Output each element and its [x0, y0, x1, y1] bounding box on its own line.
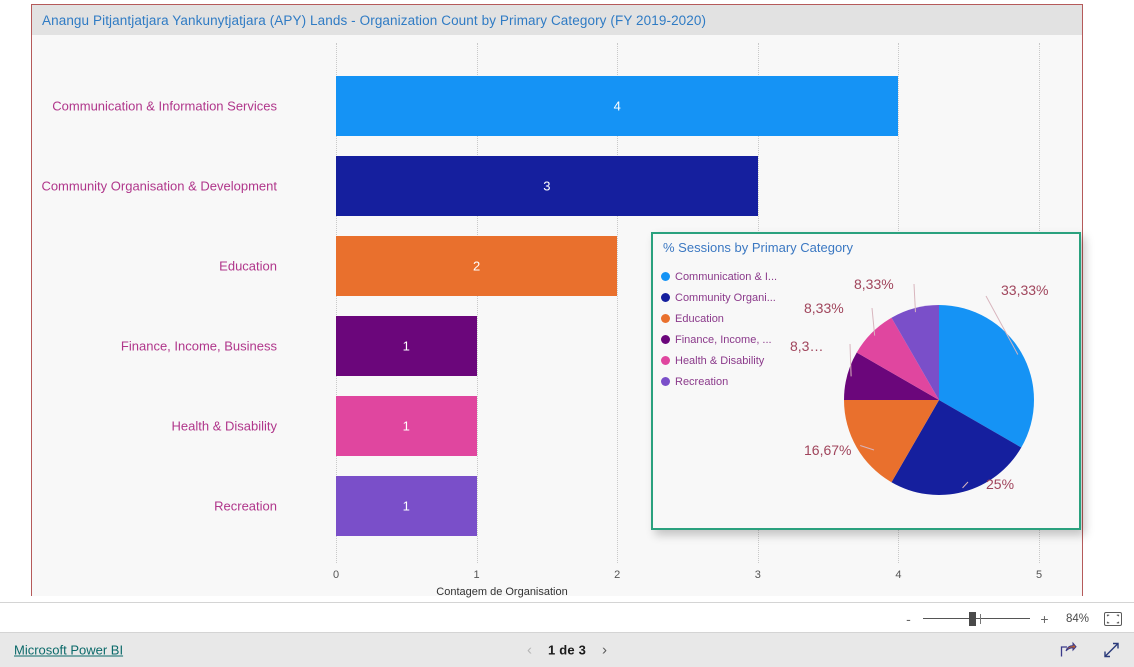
pie-data-label: 33,33% [1001, 282, 1049, 298]
pie-label-leader-line [913, 283, 916, 313]
pie-data-label: 8,33% [854, 276, 894, 292]
next-page-button[interactable]: › [602, 642, 607, 659]
x-axis-tick: 4 [895, 569, 902, 581]
legend-item[interactable]: Communication & I... [661, 266, 786, 287]
x-axis-title-text: Contagem de Organisation [436, 586, 568, 598]
legend-color-dot [661, 377, 670, 386]
legend-item-label: Finance, Income, ... [675, 333, 772, 346]
pie-chart-panel[interactable]: % Sessions by Primary Category Communica… [651, 232, 1081, 530]
legend-item[interactable]: Education [661, 308, 786, 329]
page-indicator: 1 de 3 [547, 642, 587, 658]
zoom-slider-notch [980, 613, 981, 624]
status-actions [1060, 641, 1120, 659]
microsoft-power-bi-link[interactable]: Microsoft Power BI [14, 643, 123, 658]
x-axis-tick: 2 [614, 569, 621, 581]
category-label: Community Organisation & Development [41, 178, 277, 194]
x-axis-tick: 1 [473, 569, 480, 581]
bar-value-label: 3 [543, 178, 551, 194]
fit-page-icon[interactable] [1104, 611, 1122, 626]
status-bar: Microsoft Power BI ‹ 1 de 3 › [0, 633, 1134, 667]
bar-row: Communication & Information Services 4 [32, 76, 1082, 136]
legend-color-dot [661, 272, 670, 281]
page-title: Anangu Pitjantjatjara Yankunytjatjara (A… [42, 12, 707, 28]
fullscreen-icon[interactable] [1103, 642, 1120, 659]
bar-value-label: 1 [402, 418, 410, 434]
zoom-slider-track [923, 617, 1030, 619]
share-icon[interactable] [1060, 641, 1077, 659]
legend-item[interactable]: Community Organi... [661, 287, 786, 308]
legend-item-label: Recreation [675, 375, 729, 388]
report-title-bar: Anangu Pitjantjatjara Yankunytjatjara (A… [32, 5, 1082, 35]
category-label: Communication & Information Services [52, 98, 277, 114]
pie-data-label: 25% [986, 476, 1015, 492]
pie-chart-legend: Communication & I... Community Organi... E… [661, 266, 786, 392]
bar-value-label: 1 [402, 498, 410, 514]
legend-item-label: Education [675, 312, 724, 325]
report-canvas: Anangu Pitjantjatjara Yankunytjatjara (A… [0, 0, 1134, 602]
bar-value-label: 4 [613, 98, 621, 114]
legend-item[interactable]: Recreation [661, 371, 786, 392]
legend-item[interactable]: Health & Disability [661, 350, 786, 371]
zoom-controls: - + 84% [903, 603, 1122, 634]
legend-item[interactable]: Finance, Income, ... [661, 329, 786, 350]
zoom-toolbar: - + 84% [0, 602, 1134, 633]
category-label: Education [219, 258, 277, 274]
bar-value-label: 2 [472, 258, 481, 274]
legend-color-dot [661, 356, 670, 365]
legend-color-dot [661, 335, 670, 344]
bar-chart-plot-area: Communication & Information Services 4 Com… [32, 35, 1082, 598]
category-label: Finance, Income, Business [120, 338, 277, 354]
x-axis-tick: 5 [1035, 569, 1043, 581]
legend-item-label: Communication & I... [675, 270, 778, 283]
x-axis-tick: 3 [754, 569, 761, 581]
legend-color-dot [661, 293, 670, 302]
previous-page-button[interactable]: ‹ [527, 642, 532, 659]
pie-data-label: 8,33% [804, 300, 844, 316]
report-frame: Anangu Pitjantjatjara Yankunytjatjara (A… [31, 4, 1083, 598]
pie-chart-title: % Sessions by Primary Category [663, 240, 854, 255]
pie-data-label: 16,67% [804, 442, 852, 458]
zoom-slider-thumb[interactable] [969, 611, 976, 626]
zoom-in-button[interactable]: + [1039, 611, 1050, 627]
bar-value-label: 1 [402, 338, 410, 354]
legend-item-label: Health & Disability [675, 354, 765, 367]
legend-item-label: Community Organi... [675, 291, 776, 304]
pie-chart-plot[interactable]: 33,33% 25% 16,67% 8,3… 8,33% 8,33% [786, 260, 1081, 528]
category-label: Health & Disability [171, 418, 278, 434]
bar-row: Community Organisation & Development 3 [32, 156, 1082, 216]
legend-color-dot [661, 314, 670, 323]
zoom-out-button[interactable]: - [903, 611, 914, 627]
category-label: Recreation [214, 498, 277, 514]
page-navigation: ‹ 1 de 3 › [527, 642, 607, 659]
x-axis-title: Contagem de Organisation [32, 586, 1082, 598]
x-axis-tick: 0 [332, 569, 340, 581]
zoom-slider[interactable] [923, 611, 1030, 626]
zoom-level-label: 84% [1065, 612, 1089, 625]
pie-data-label: 8,3… [790, 338, 824, 354]
